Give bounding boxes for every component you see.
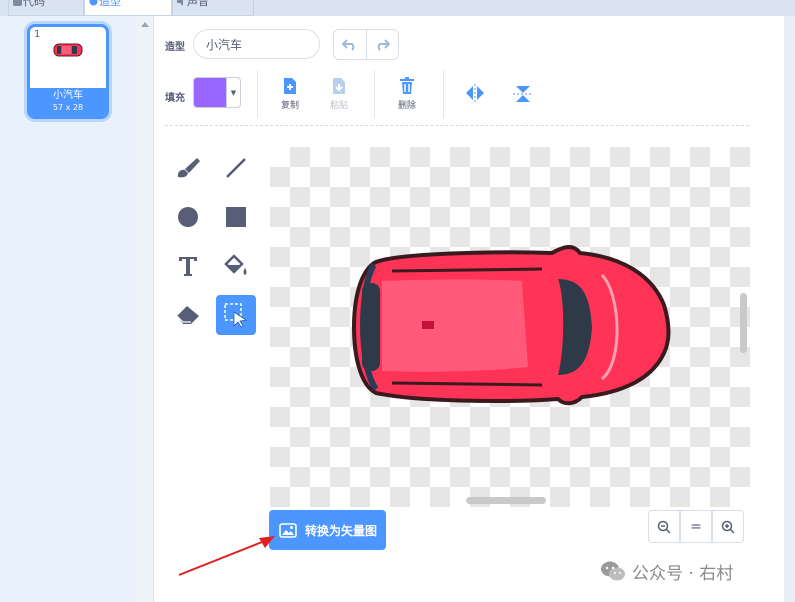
copy-icon (284, 78, 296, 94)
editor-scrollbar[interactable] (784, 16, 795, 602)
select-tool[interactable] (216, 295, 256, 335)
brush-icon (177, 158, 200, 178)
fill-color-picker[interactable]: ▼ (193, 77, 241, 108)
rectangle-icon (226, 207, 246, 227)
costume-list-scrollbar[interactable] (135, 16, 154, 602)
annotation-arrow-icon (178, 536, 275, 576)
tab-code[interactable]: 代码 (8, 0, 84, 16)
tab-strip: 代码 造型 声音 (0, 0, 795, 16)
flip-horizontal-button[interactable] (455, 84, 495, 105)
watermark-text: 公众号 · 右村 (632, 563, 734, 584)
undo-redo-group (333, 29, 399, 60)
line-icon (226, 158, 246, 178)
divider (443, 70, 444, 118)
text-icon (179, 257, 197, 276)
fill-label: 填充 (165, 93, 185, 104)
toolbar-divider (165, 125, 749, 126)
zoom-in-icon (721, 520, 735, 534)
code-icon (13, 0, 22, 6)
text-tool[interactable] (168, 246, 208, 286)
zoom-out-button[interactable] (648, 510, 680, 543)
fill-tool[interactable] (216, 246, 256, 286)
tab-code-label: 代码 (23, 0, 45, 8)
rectangle-tool[interactable] (216, 197, 256, 237)
zoom-in-button[interactable] (712, 510, 744, 543)
costume-name: 小汽车 (53, 90, 83, 101)
flip-vertical-button[interactable] (503, 84, 543, 107)
delete-button[interactable]: 删除 (387, 77, 427, 111)
divider (257, 70, 258, 118)
fill-color-swatch[interactable] (194, 78, 226, 107)
paste-button[interactable]: 粘贴 (319, 77, 359, 111)
eraser-tool[interactable] (168, 295, 208, 335)
costume-tile[interactable]: 1 小汽车 57 x 28 (27, 24, 109, 119)
costume-thumbnail (53, 43, 83, 57)
chevron-down-icon[interactable]: ▼ (226, 78, 240, 107)
undo-icon (341, 38, 355, 51)
select-icon (224, 303, 248, 328)
brush-tool[interactable] (168, 148, 208, 188)
flip-horizontal-icon (466, 84, 484, 102)
zoom-controls: = (648, 510, 745, 543)
tool-palette (168, 148, 260, 338)
copy-label: 复制 (280, 101, 299, 111)
costume-name-input[interactable] (193, 29, 320, 59)
flip-vertical-icon (513, 86, 533, 102)
zoom-reset-button[interactable]: = (680, 510, 712, 543)
scroll-up-icon[interactable] (141, 22, 149, 27)
tab-sounds-label: 声音 (187, 0, 209, 8)
circle-tool[interactable] (168, 197, 208, 237)
costume-number: 1 (34, 29, 41, 40)
tab-sounds[interactable]: 声音 (172, 0, 254, 16)
costume-size: 57 x 28 (52, 103, 84, 112)
circle-icon (178, 207, 198, 227)
car-sprite[interactable] (352, 245, 672, 407)
convert-to-vector-button[interactable]: 转换为矢量图 (269, 510, 386, 550)
canvas-horizontal-scrollbar[interactable] (466, 497, 546, 504)
costume-footer: 小汽车 57 x 28 (30, 88, 106, 116)
costume-icon (89, 0, 98, 6)
paste-icon (333, 78, 345, 94)
redo-icon (377, 38, 391, 51)
costume-list: 1 小汽车 57 x 28 (0, 16, 136, 602)
line-tool[interactable] (216, 148, 256, 188)
divider (374, 70, 375, 118)
canvas-vertical-scrollbar[interactable] (740, 293, 747, 353)
delete-label: 删除 (397, 101, 416, 111)
redo-button[interactable] (365, 30, 399, 59)
wechat-icon (601, 561, 625, 581)
trash-icon (400, 77, 414, 94)
drawing-canvas[interactable] (270, 147, 750, 507)
eraser-icon (176, 306, 199, 324)
zoom-reset-label: = (690, 518, 702, 535)
tab-costumes-label: 造型 (99, 0, 121, 8)
undo-button[interactable] (334, 30, 366, 59)
convert-label: 转换为矢量图 (305, 523, 378, 538)
paint-bucket-icon (224, 254, 247, 275)
paste-label: 粘贴 (329, 101, 348, 111)
watermark: 公众号 · 右村 (600, 558, 733, 584)
costume-name-label: 造型 (165, 42, 185, 53)
tab-costumes[interactable]: 造型 (84, 0, 172, 16)
copy-button[interactable]: 复制 (270, 77, 310, 111)
zoom-out-icon (657, 520, 671, 534)
sound-icon (177, 0, 186, 6)
